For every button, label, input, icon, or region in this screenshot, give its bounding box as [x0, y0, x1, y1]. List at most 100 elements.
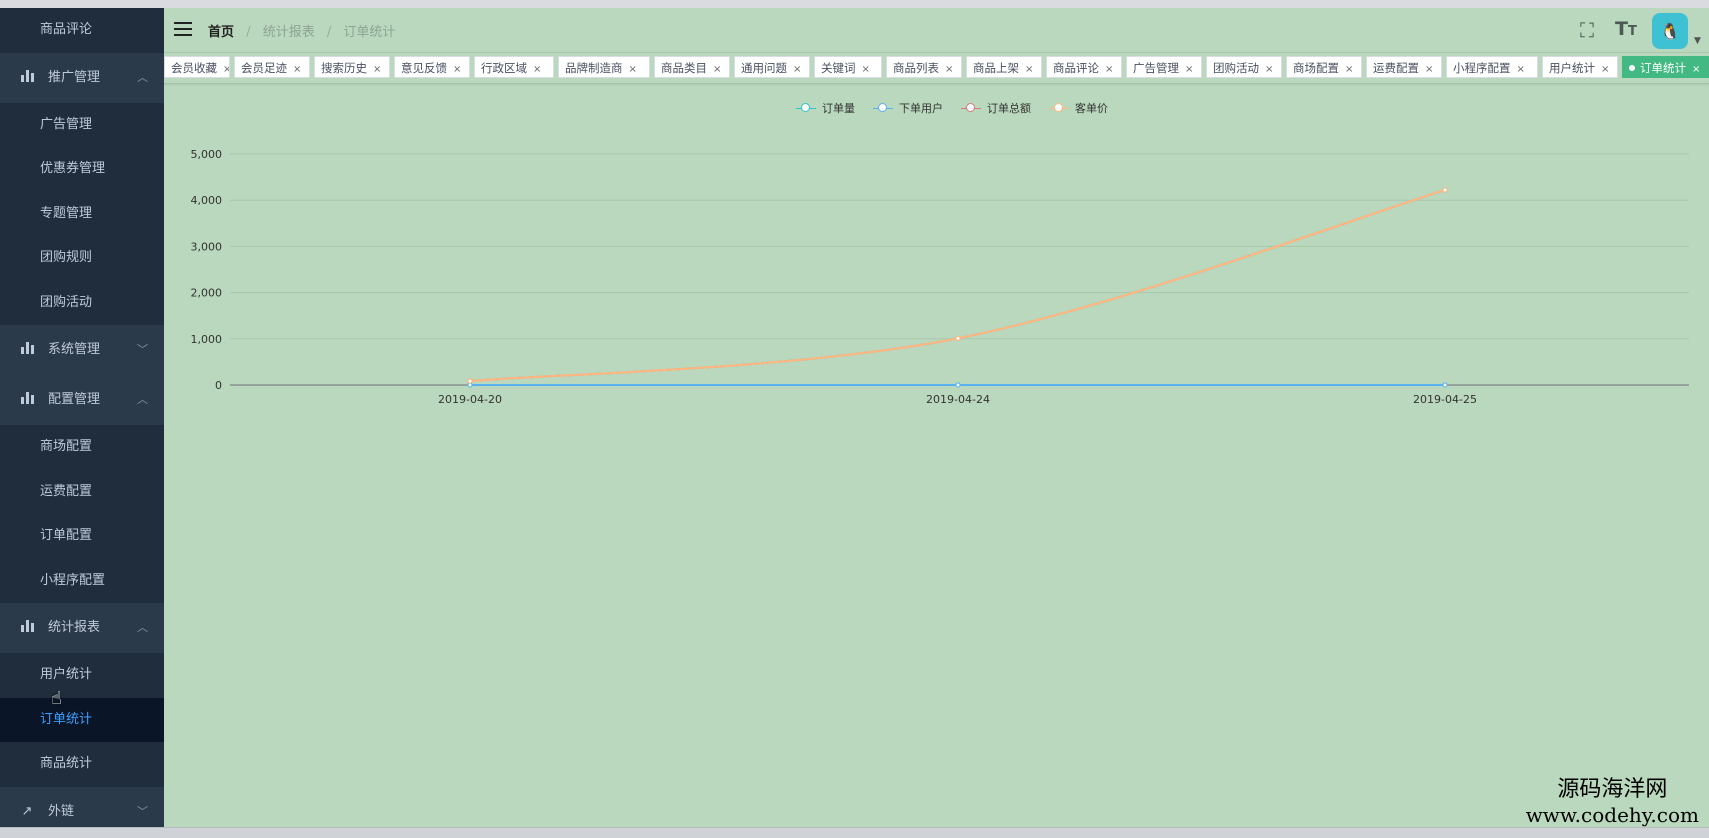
close-icon[interactable]: × — [293, 64, 301, 75]
close-icon[interactable]: × — [1265, 64, 1273, 75]
watermark-line2: www.codehy.com — [1525, 803, 1699, 827]
sidebar-group-label: 配置管理 — [48, 392, 101, 407]
tag-3[interactable]: 意见反馈 × — [394, 56, 470, 78]
sidebar-group-17[interactable]: ↗ 外链 ﹀ — [0, 786, 164, 827]
tags-view-bar: 会员收藏×会员足迹×搜索历史×意见反馈×行政区域×品牌制造商×商品类目×通用问题… — [164, 53, 1709, 84]
tag-16[interactable]: 小程序配置 × — [1446, 56, 1538, 78]
sidebar-item-4[interactable]: 专题管理 — [0, 191, 164, 236]
sidebar-item-12[interactable]: 小程序配置 — [0, 558, 164, 603]
data-point-1 — [1442, 382, 1448, 388]
tag-4[interactable]: 行政区域 × — [474, 56, 554, 78]
tag-label: 会员足迹 — [241, 61, 287, 75]
tag-11[interactable]: 商品评论 × — [1046, 56, 1122, 78]
tag-10[interactable]: 商品上架 × — [966, 56, 1042, 78]
tag-12[interactable]: 广告管理 × — [1126, 56, 1202, 78]
tag-7[interactable]: 通用问题 × — [734, 56, 810, 78]
sidebar-group-13[interactable]: 统计报表 ︿ — [0, 603, 164, 653]
breadcrumb-separator: / — [246, 25, 251, 40]
tag-17[interactable]: 用户统计 × — [1542, 56, 1618, 78]
font-size-icon[interactable]: TT — [1615, 18, 1637, 40]
close-icon[interactable]: × — [1425, 64, 1433, 75]
y-tick-label: 0 — [215, 379, 222, 392]
tag-9[interactable]: 商品列表 × — [886, 56, 962, 78]
close-icon[interactable]: × — [1105, 64, 1113, 75]
order-stats-chart: 0 1,000 2,000 3,000 4,000 5,000 2019-04-20 2019… — [191, 148, 1689, 406]
close-icon[interactable]: × — [629, 64, 637, 75]
close-icon[interactable]: × — [1345, 64, 1353, 75]
x-tick-label: 2019-04-20 — [438, 393, 502, 406]
sidebar-group-label: 外链 — [48, 803, 75, 819]
close-icon[interactable]: × — [1025, 64, 1033, 75]
y-tick-label: 1,000 — [191, 333, 223, 346]
sidebar-group-7[interactable]: 系统管理 ﹀ — [0, 325, 164, 375]
tag-label: 广告管理 — [1133, 61, 1179, 75]
tag-1[interactable]: 会员足迹 × — [234, 56, 310, 78]
tag-label: 用户统计 — [1549, 61, 1595, 75]
close-icon[interactable]: × — [1601, 64, 1609, 75]
tag-label: 商品列表 — [893, 61, 939, 75]
close-icon[interactable]: × — [1185, 64, 1193, 75]
user-avatar-icon[interactable]: 🐧 — [1652, 13, 1688, 49]
tag-label: 通用问题 — [741, 61, 787, 75]
close-icon[interactable]: × — [373, 64, 381, 75]
sidebar-item-11[interactable]: 订单配置 — [0, 514, 164, 559]
breadcrumb-current: 订单统计 — [343, 25, 396, 40]
tag-15[interactable]: 运费配置 × — [1366, 56, 1442, 78]
close-icon[interactable]: × — [453, 64, 461, 75]
close-icon[interactable]: × — [223, 64, 229, 75]
sidebar-item-3[interactable]: 优惠券管理 — [0, 147, 164, 192]
tag-label: 关键词 — [821, 61, 856, 75]
x-tick-label: 2019-04-25 — [1413, 393, 1477, 406]
active-dot-icon — [1629, 65, 1635, 71]
chevron-down-icon: ﹀ — [137, 343, 148, 356]
sidebar-item-15[interactable]: 订单统计 — [0, 697, 164, 742]
bar-chart-icon — [20, 53, 34, 103]
data-point-3 — [955, 335, 961, 341]
close-icon[interactable]: × — [1517, 64, 1525, 75]
sidebar-item-9[interactable]: 商场配置 — [0, 425, 164, 470]
close-icon[interactable]: × — [1692, 64, 1700, 75]
chevron-up-icon: ︿ — [137, 621, 148, 634]
y-tick-label: 3,000 — [191, 240, 223, 253]
close-icon[interactable]: × — [793, 64, 801, 75]
close-icon[interactable]: × — [945, 64, 953, 75]
breadcrumb-section: 统计报表 — [262, 25, 315, 40]
sidebar-item-5[interactable]: 团购规则 — [0, 236, 164, 281]
sidebar-group-label: 推广管理 — [48, 69, 101, 85]
sidebar-item-10[interactable]: 运费配置 — [0, 469, 164, 514]
fullscreen-icon[interactable]: ⛶ — [1580, 18, 1594, 42]
tag-2[interactable]: 搜索历史 × — [314, 56, 390, 78]
tag-18[interactable]: 订单统计 × — [1622, 56, 1709, 78]
tag-5[interactable]: 品牌制造商 × — [558, 56, 650, 78]
tag-label: 会员收藏 — [171, 61, 217, 75]
tag-14[interactable]: 商场配置 × — [1286, 56, 1362, 78]
close-icon[interactable]: × — [713, 64, 721, 75]
tag-label: 商品上架 — [973, 61, 1019, 75]
tag-label: 行政区域 — [481, 61, 527, 75]
browser-status-bar — [0, 827, 1709, 838]
data-point-1 — [955, 382, 961, 388]
sidebar-item-0[interactable]: 商品评论 — [0, 8, 164, 53]
tag-13[interactable]: 团购活动 × — [1206, 56, 1282, 78]
close-icon[interactable]: × — [533, 64, 541, 75]
sidebar-group-8[interactable]: 配置管理 ︿ — [0, 375, 164, 425]
close-icon[interactable]: × — [862, 64, 870, 75]
sidebar-item-6[interactable]: 团购活动 — [0, 280, 164, 325]
tag-label: 订单统计 — [1640, 61, 1686, 75]
sidebar-item-14[interactable]: 用户统计 — [0, 653, 164, 698]
tag-8[interactable]: 关键词 × — [814, 56, 882, 78]
tag-label: 商品类目 — [661, 61, 707, 75]
y-tick-label: 2,000 — [191, 287, 223, 300]
sidebar-item-16[interactable]: 商品统计 — [0, 742, 164, 787]
breadcrumb-home[interactable]: 首页 — [208, 25, 234, 40]
hamburger-menu-icon[interactable] — [174, 22, 192, 36]
bar-chart-icon — [20, 603, 34, 653]
tag-6[interactable]: 商品类目 × — [654, 56, 730, 78]
sidebar-item-2[interactable]: 广告管理 — [0, 102, 164, 147]
caret-down-icon[interactable]: ▼ — [1694, 36, 1701, 46]
sidebar-group-label: 系统管理 — [48, 342, 101, 357]
tag-label: 团购活动 — [1213, 61, 1259, 75]
tag-0[interactable]: 会员收藏 × — [164, 56, 230, 78]
sidebar-group-1[interactable]: 推广管理 ︿ — [0, 52, 164, 103]
watermark: 源码海洋网 www.codehy.com — [1526, 777, 1699, 827]
